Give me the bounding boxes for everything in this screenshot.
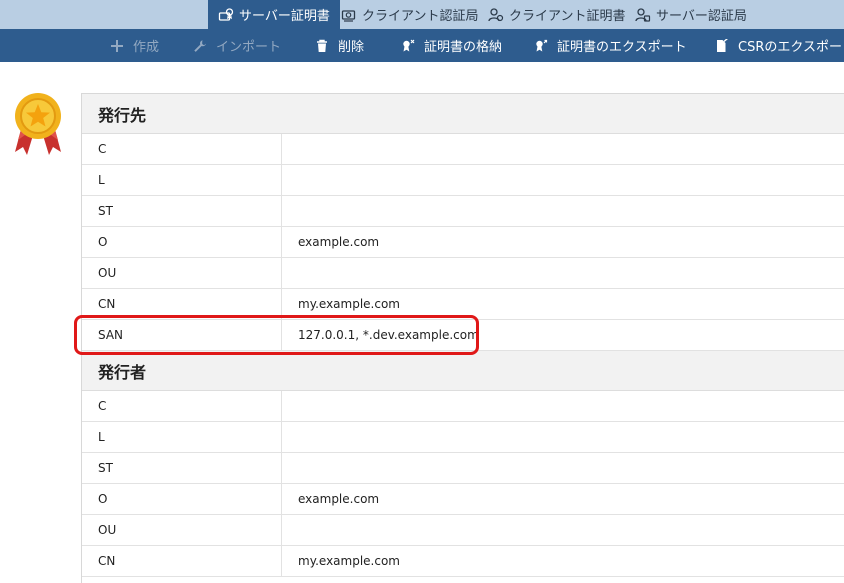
toolbar: 作成 インポート 削除 証明書の格納 証明書のエクスポート CSRのエクスポート bbox=[0, 29, 844, 62]
issuer-section-title: 発行者 bbox=[82, 351, 844, 391]
issuer-row-c: C bbox=[82, 391, 844, 422]
tab-label: サーバー証明書 bbox=[239, 9, 330, 24]
plus-icon bbox=[111, 39, 123, 52]
field-key: SAN bbox=[82, 320, 282, 350]
client-ca-icon bbox=[341, 9, 356, 22]
field-value bbox=[282, 422, 844, 452]
subject-row-st: ST bbox=[82, 196, 844, 227]
delete-label: 削除 bbox=[338, 40, 365, 55]
tab-label: クライアント証明書 bbox=[509, 9, 626, 24]
certificate-details-panel: 発行先 C L ST Oexample.com OU CN my.example.com SA… bbox=[81, 93, 844, 583]
export-csr-label: CSRのエクスポート bbox=[738, 40, 844, 55]
field-key: L bbox=[82, 422, 282, 452]
field-value bbox=[282, 165, 844, 195]
import-label: インポート bbox=[216, 40, 282, 55]
field-key: OU bbox=[82, 258, 282, 288]
field-value bbox=[282, 134, 844, 164]
tab-label: サーバー認証局 bbox=[656, 9, 747, 24]
subject-row-ou: OU bbox=[82, 258, 844, 289]
tab-bar: サーバー証明書 クライアント認証局 クライアント証明書 サーバー認証局 bbox=[0, 0, 844, 29]
server-ca-icon bbox=[635, 7, 651, 22]
issuer-row-cn: CN my.example.com bbox=[82, 546, 844, 577]
field-key: O bbox=[82, 484, 282, 514]
field-key: O bbox=[82, 227, 282, 257]
field-value bbox=[282, 391, 844, 421]
store-certificate-button[interactable]: 証明書の格納 bbox=[401, 29, 502, 62]
tab-client-certificate[interactable]: クライアント証明書 bbox=[488, 0, 625, 29]
cert-store-icon bbox=[403, 39, 415, 51]
issuer-row-o: Oexample.com bbox=[82, 484, 844, 515]
field-value bbox=[282, 196, 844, 226]
tab-label: クライアント認証局 bbox=[362, 9, 479, 24]
field-value: my.example.com bbox=[298, 554, 400, 568]
field-key: OU bbox=[82, 515, 282, 545]
client-cert-icon bbox=[488, 7, 504, 21]
subject-row-san: SAN 127.0.0.1, *.dev.example.com bbox=[82, 320, 844, 351]
create-label: 作成 bbox=[133, 40, 160, 55]
field-value bbox=[282, 453, 844, 483]
store-certificate-label: 証明書の格納 bbox=[424, 40, 503, 55]
field-key: L bbox=[82, 165, 282, 195]
issuer-row-l: L bbox=[82, 422, 844, 453]
field-key: CN bbox=[82, 546, 282, 576]
export-certificate-button[interactable]: 証明書のエクスポート bbox=[534, 29, 687, 62]
subject-row-c: C bbox=[82, 134, 844, 165]
field-key: ST bbox=[82, 453, 282, 483]
tab-server-ca[interactable]: サーバー認証局 bbox=[635, 0, 747, 29]
field-key: CN bbox=[82, 289, 282, 319]
field-value: 127.0.0.1, *.dev.example.com bbox=[298, 328, 479, 342]
subject-row-cn: CN my.example.com bbox=[82, 289, 844, 320]
file-export-icon bbox=[717, 38, 728, 52]
field-key: ST bbox=[82, 196, 282, 226]
subject-section-title: 発行先 bbox=[82, 94, 844, 134]
subject-row-o: Oexample.com bbox=[82, 227, 844, 258]
field-value bbox=[282, 515, 844, 545]
field-key: C bbox=[82, 391, 282, 421]
issuer-row-st: ST bbox=[82, 453, 844, 484]
tab-client-ca[interactable]: クライアント認証局 bbox=[341, 0, 478, 29]
field-key: C bbox=[82, 134, 282, 164]
field-value bbox=[282, 258, 844, 288]
subject-row-l: L bbox=[82, 165, 844, 196]
import-button[interactable]: インポート bbox=[193, 29, 281, 62]
create-button[interactable]: 作成 bbox=[110, 29, 159, 62]
export-csr-button[interactable]: CSRのエクスポート bbox=[715, 29, 844, 62]
wrench-icon bbox=[194, 39, 206, 52]
tab-server-certificate[interactable]: サーバー証明書 bbox=[208, 0, 340, 29]
field-value: example.com bbox=[298, 235, 380, 249]
field-value: my.example.com bbox=[298, 297, 400, 311]
issuer-row-ou: OU bbox=[82, 515, 844, 546]
trash-icon bbox=[317, 39, 327, 52]
cert-export-icon bbox=[536, 39, 548, 51]
field-value: example.com bbox=[298, 492, 380, 506]
server-cert-icon bbox=[218, 7, 234, 21]
delete-button[interactable]: 削除 bbox=[315, 29, 364, 62]
certificate-badge-icon bbox=[15, 93, 61, 155]
export-certificate-label: 証明書のエクスポート bbox=[557, 40, 687, 55]
